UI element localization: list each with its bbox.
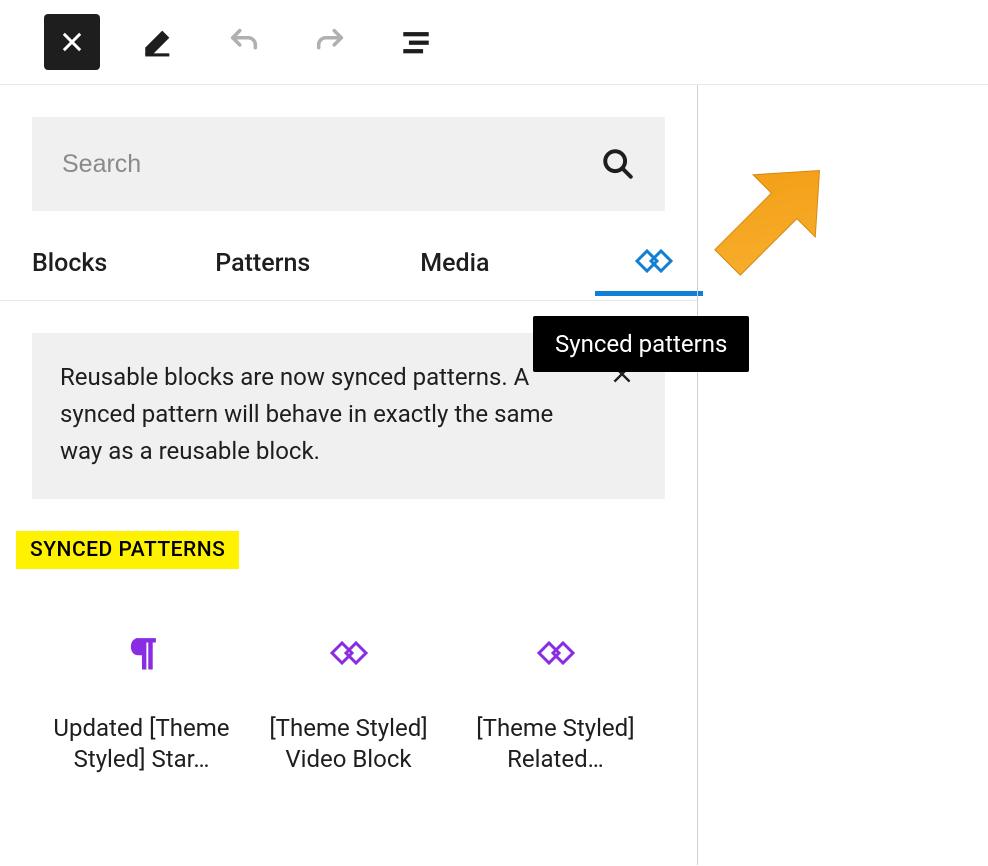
search-icon [601,147,635,181]
tab-blocks[interactable]: Blocks [32,227,107,300]
pattern-item-1[interactable]: [Theme Styled] Video Block [245,623,452,775]
pattern-label: Updated [Theme Styled] Star… [46,713,236,775]
pattern-item-0[interactable]: Updated [Theme Styled] Star… [38,623,245,775]
pilcrow-icon [122,623,160,683]
pattern-label: [Theme Styled] Video Block [253,713,443,775]
reusable-icon [623,243,675,279]
inserter-panel-wrap: Blocks Patterns Media Reusable blocks ar… [0,85,988,865]
redo-icon [313,25,347,59]
tooltip-synced-patterns: Synced patterns [533,316,749,372]
search-container [32,117,665,211]
undo-icon [227,25,261,59]
pattern-label: [Theme Styled] Related… [460,713,650,775]
document-outline-button[interactable] [388,14,444,70]
tab-patterns[interactable]: Patterns [215,227,310,300]
inserter-tabs: Blocks Patterns Media [0,227,697,301]
undo-button[interactable] [216,14,272,70]
tab-synced-patterns[interactable] [595,231,703,296]
edit-button[interactable] [130,14,186,70]
section-heading-synced-patterns: SYNCED PATTERNS [16,531,239,569]
reusable-icon [322,623,374,683]
editor-toolbar [0,0,988,85]
outline-icon [399,25,433,59]
pattern-grid: Updated [Theme Styled] Star… [Theme Styl… [32,623,665,775]
pencil-icon [141,25,175,59]
redo-button[interactable] [302,14,358,70]
tab-media[interactable]: Media [420,227,489,300]
close-button[interactable] [44,14,100,70]
search-input[interactable] [62,150,601,179]
close-icon [58,28,86,56]
pattern-item-2[interactable]: [Theme Styled] Related… [452,623,659,775]
inserter-panel: Blocks Patterns Media Reusable blocks ar… [0,85,697,775]
panel-divider [697,85,698,865]
reusable-icon [529,623,581,683]
notice-text: Reusable blocks are now synced patterns.… [60,359,587,471]
